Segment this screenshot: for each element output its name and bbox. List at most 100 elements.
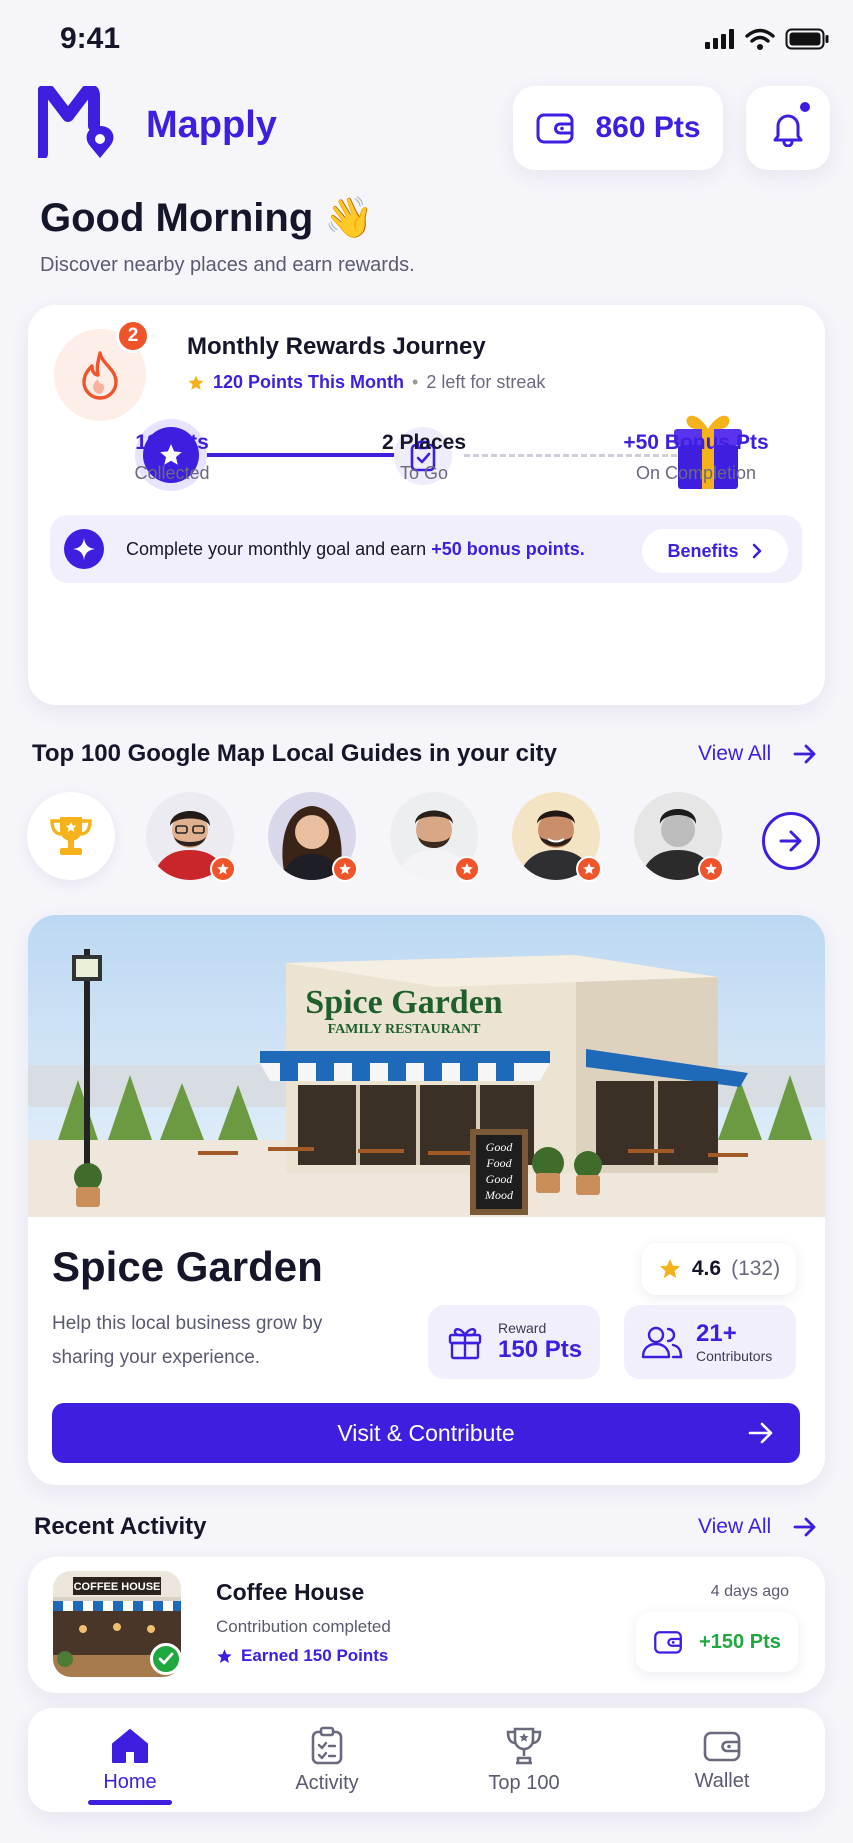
nav-activity[interactable]: Activity: [247, 1708, 407, 1812]
contributors-value: 21+: [696, 1320, 737, 1347]
arrow-right-icon: [793, 744, 816, 764]
nav-wallet-label: Wallet: [694, 1769, 750, 1792]
rewards-journey-subtitle: 120 Points This Month • 2 left for strea…: [187, 372, 545, 393]
arrow-right-icon: [779, 830, 802, 852]
guide-avatar[interactable]: [512, 792, 602, 882]
view-all-label: View All: [698, 1515, 772, 1538]
activity-points: +150 Pts: [699, 1630, 781, 1653]
app-name: Mapply: [146, 104, 277, 146]
guides-title: Top 100 Google Map Local Guides in your …: [32, 740, 557, 767]
trophy-icon: [506, 1727, 542, 1764]
star-badge-icon: [576, 856, 602, 882]
rating-count: (132): [731, 1257, 781, 1280]
notifications-button[interactable]: [746, 86, 830, 170]
points-balance-button[interactable]: 860 Pts: [513, 86, 723, 170]
activity-place-name: Coffee House: [216, 1579, 365, 1605]
guide-avatar[interactable]: [390, 792, 480, 882]
star-icon: [188, 375, 204, 390]
separator-dot: •: [412, 372, 419, 392]
nav-top100[interactable]: Top 100: [444, 1708, 604, 1812]
step-bonus-label: On Completion: [635, 463, 757, 483]
step-places-label: To Go: [399, 463, 449, 483]
sign-subtitle: FAMILY RESTAURANT: [328, 1022, 482, 1037]
chevron-right-icon: [752, 543, 761, 559]
goal-text: Complete your monthly goal and earn +50 …: [126, 539, 585, 559]
view-all-label: View All: [698, 742, 772, 765]
contributors-box: 21+ Contributors: [624, 1305, 796, 1379]
status-time: 9:41: [60, 22, 121, 55]
guides-view-all-link[interactable]: View All: [698, 742, 817, 766]
step-collected-value: 120 Pts: [135, 431, 209, 454]
restaurant-photo: Spice Garden FAMILY RESTAURANT Good Food…: [28, 915, 825, 1217]
board-text: Food: [485, 1156, 512, 1170]
arrow-right-icon: [793, 1517, 816, 1537]
benefits-button[interactable]: Benefits: [642, 529, 788, 573]
board-text: Good: [486, 1140, 514, 1154]
place-name: Spice Garden: [52, 1243, 323, 1290]
star-badge-icon: [332, 856, 358, 882]
star-badge-icon: [698, 856, 724, 882]
place-description: Help this local business grow by sharing…: [52, 1313, 323, 1368]
board-text: Mood: [484, 1188, 514, 1202]
cta-label: Visit & Contribute: [337, 1419, 515, 1446]
benefits-label: Benefits: [667, 540, 739, 561]
status-icons: [705, 28, 829, 50]
wallet-icon: [654, 1631, 682, 1654]
earned-text: Earned 150 Points: [241, 1646, 389, 1665]
flame-icon: [82, 351, 118, 400]
board-text: Good: [486, 1172, 514, 1186]
points-this-month: 120 Points This Month: [213, 372, 405, 392]
guide-avatar[interactable]: [634, 792, 724, 882]
rating-value: 4.6: [691, 1257, 722, 1280]
goal-banner: Complete your monthly goal and earn +50 …: [50, 515, 802, 583]
wifi-icon: [745, 28, 775, 50]
battery-icon: [785, 28, 829, 50]
reward-label: Reward: [498, 1320, 547, 1336]
star-badge-icon: [210, 856, 236, 882]
thumb-sign: COFFEE HOUSE: [74, 1581, 161, 1593]
wallet-icon: [536, 113, 574, 144]
gift-outline-icon: [448, 1328, 482, 1360]
clipboard-icon: [311, 1726, 343, 1764]
sign-title: Spice Garden: [305, 984, 502, 1021]
notification-dot: [798, 100, 812, 114]
visit-contribute-button[interactable]: Visit & Contribute: [52, 1403, 800, 1463]
sparkle-icon: [64, 529, 104, 569]
mapply-logo: [38, 86, 114, 158]
check-badge-icon: [150, 1643, 182, 1675]
activity-view-all-link[interactable]: View All: [698, 1515, 817, 1539]
recent-activity-title: Recent Activity: [34, 1513, 207, 1540]
star-icon: [217, 1648, 232, 1663]
nav-active-indicator: [88, 1800, 172, 1805]
nav-wallet[interactable]: Wallet: [642, 1708, 802, 1812]
wallet-icon: [703, 1731, 741, 1761]
home-icon: [112, 1728, 148, 1763]
step-bonus-value: +50 Bonus Pts: [623, 431, 769, 454]
featured-place-card[interactable]: Spice Garden FAMILY RESTAURANT Good Food…: [28, 915, 825, 1485]
rewards-journey-card: 2 Monthly Rewards Journey 120 Points Thi…: [28, 305, 825, 705]
reward-value: 150 Pts: [498, 1336, 583, 1363]
guide-avatar[interactable]: [146, 792, 236, 882]
bell-icon: [773, 114, 803, 147]
signal-icon: [705, 29, 734, 49]
step-places-value: 2 Places: [381, 431, 467, 454]
activity-time: 4 days ago: [710, 1583, 789, 1600]
reward-box: Reward 150 Pts: [428, 1305, 600, 1379]
activity-item[interactable]: COFFEE HOUSE Coffee House Contribution c…: [28, 1557, 825, 1693]
guide-avatar[interactable]: [268, 792, 358, 882]
activity-status: Contribution completed: [216, 1617, 391, 1636]
bottom-navigation: Home Activity Top 100 Wallet: [28, 1708, 825, 1812]
trophy-icon: [50, 817, 92, 855]
guides-next-button[interactable]: [762, 812, 820, 870]
activity-earned: Earned 150 Points: [216, 1646, 388, 1666]
greeting-title: Good Morning 👋: [40, 196, 375, 240]
greeting-subtitle: Discover nearby places and earn rewards.: [40, 254, 415, 276]
leaderboard-trophy[interactable]: [27, 792, 115, 880]
nav-home[interactable]: Home: [50, 1708, 210, 1812]
streak-remaining: 2 left for streak: [426, 372, 546, 392]
rating-badge: 4.6 (132): [642, 1243, 796, 1295]
star-icon: [659, 1259, 680, 1278]
nav-activity-label: Activity: [295, 1771, 359, 1794]
contributors-label: Contributors: [696, 1348, 773, 1364]
users-icon: [641, 1326, 683, 1359]
